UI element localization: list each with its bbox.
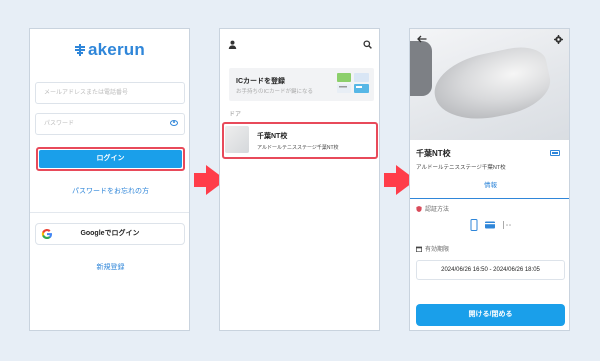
nfc-icon: [503, 221, 511, 229]
door-section-header: ドア: [229, 112, 242, 118]
ic-card-title: ICカードを登録: [236, 78, 285, 85]
door-list-item[interactable]: 千葉NT校 アルドールテニスステージ千葉NT校: [225, 124, 375, 157]
door-list-screen: ICカードを登録 お手持ちのICカードが鍵になる ドア 千葉NT校 アルドールテ…: [219, 28, 380, 331]
auth-method-text: 認証方法: [425, 207, 450, 213]
google-login-button[interactable]: Googleでログイン: [35, 223, 185, 245]
validity-text: 有効期限: [425, 247, 450, 253]
ic-card-subtitle: お手持ちのICカードが鍵になる: [236, 89, 314, 95]
cards-icon: [337, 73, 369, 93]
battery-icon: [550, 150, 560, 156]
open-close-button[interactable]: 開ける/閉める: [416, 304, 565, 326]
google-login-label: Googleでログイン: [80, 230, 140, 237]
password-placeholder: パスワード: [44, 121, 75, 127]
card-icon: [485, 221, 495, 229]
back-icon[interactable]: [417, 35, 427, 43]
email-field[interactable]: メールアドレスまたは電話番号: [35, 82, 185, 104]
door-thumbnail: [225, 126, 249, 153]
google-icon: [41, 229, 52, 239]
email-placeholder: メールアドレスまたは電話番号: [44, 90, 129, 96]
lock-base: [410, 41, 432, 96]
lock-subtitle: アルドールテニスステージ千葉NT校: [416, 165, 506, 171]
brand-name: akerun: [88, 40, 145, 59]
lock-photo: [410, 29, 569, 140]
auth-icons: [470, 219, 511, 231]
gear-icon[interactable]: [554, 35, 563, 44]
akerun-logo: akerun: [74, 40, 145, 60]
forgot-password-link[interactable]: パスワードをお忘れの方: [30, 186, 189, 196]
search-icon[interactable]: [363, 40, 372, 49]
tab-info[interactable]: 情報: [410, 179, 569, 199]
divider: [30, 212, 189, 213]
ic-card-banner[interactable]: ICカードを登録 お手持ちのICカードが鍵になる: [229, 68, 374, 101]
door-detail-screen: 千葉NT校 アルドールテニスステージ千葉NT校 情報 認証方法 有効期限 202…: [409, 28, 570, 331]
validity-label: 有効期限: [416, 244, 449, 253]
login-button[interactable]: ログイン: [39, 150, 182, 168]
auth-methods: [470, 218, 530, 231]
door-name: 千葉NT校: [257, 133, 288, 140]
lock-body: [428, 41, 556, 129]
shield-icon: [416, 206, 422, 212]
eye-icon[interactable]: [170, 120, 178, 126]
calendar-icon: [416, 246, 422, 252]
lock-name: 千葉NT校: [416, 149, 451, 158]
akerun-logo-icon: [75, 44, 85, 56]
validity-period: 2024/06/26 16:50 - 2024/06/26 18:05: [416, 260, 565, 280]
password-field[interactable]: パスワード: [35, 113, 185, 135]
auth-method-label: 認証方法: [416, 204, 449, 213]
register-link[interactable]: 新規登録: [30, 262, 189, 272]
phone-icon: [470, 219, 478, 231]
door-subtitle: アルドールテニスステージ千葉NT校: [257, 145, 339, 151]
person-icon[interactable]: [228, 40, 237, 49]
login-screen: akerun メールアドレスまたは電話番号 パスワード ログイン パスワードをお…: [29, 28, 190, 331]
